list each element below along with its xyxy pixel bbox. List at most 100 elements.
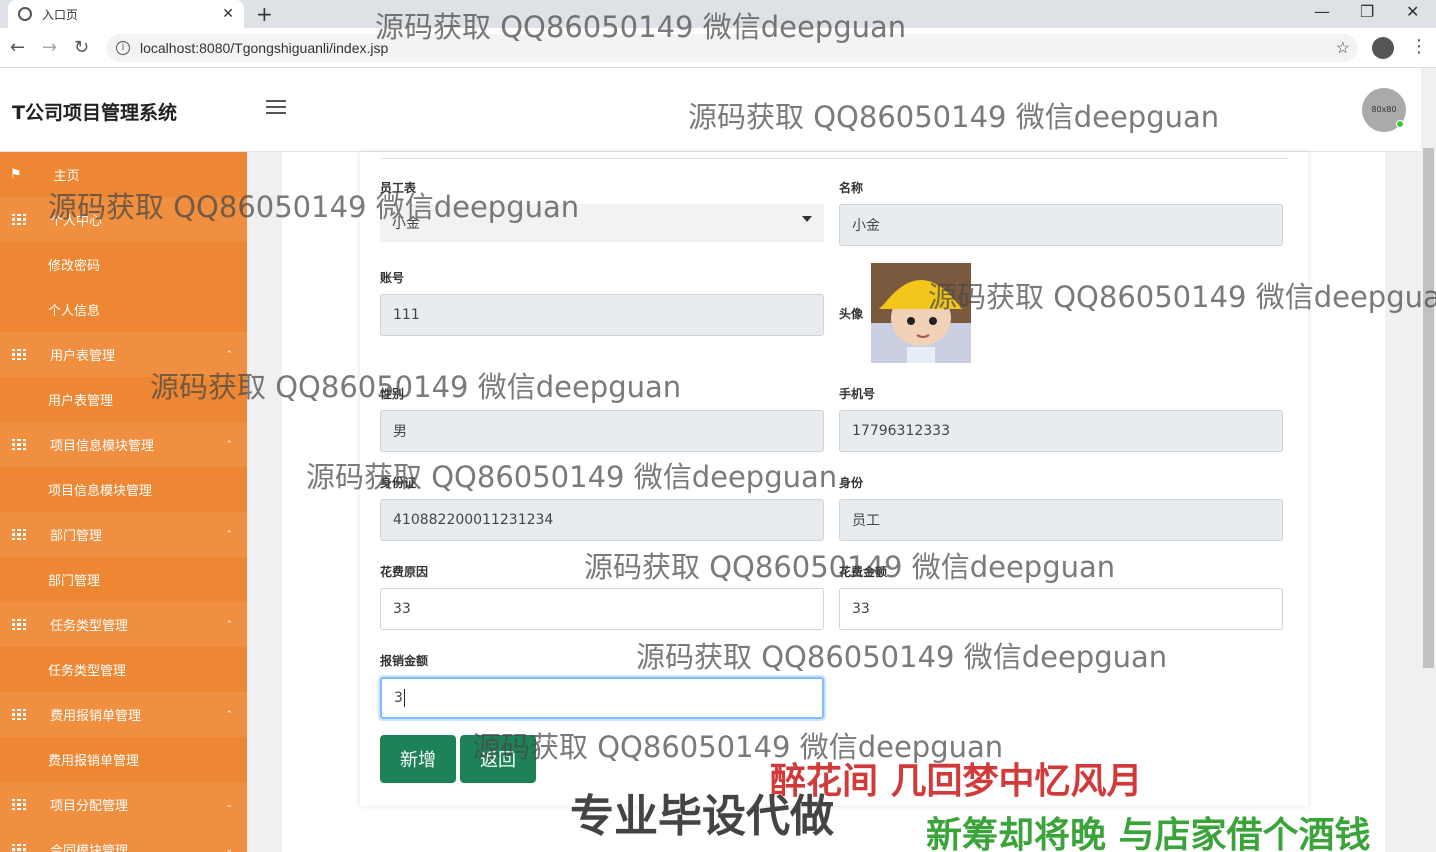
account-icon[interactable] (1372, 37, 1394, 59)
app-title: T公司项目管理系统 (12, 102, 177, 124)
watermark: 源码获取 QQ86050149 微信deepguan (48, 190, 580, 224)
sidebar-item[interactable]: 部门管理 ⌃ (0, 512, 247, 557)
reason-value: 33 (393, 601, 411, 617)
grid-icon (12, 529, 26, 540)
user-avatar[interactable]: 80x80 (1362, 88, 1406, 132)
browser-tab[interactable]: 入口页 ✕ (8, 0, 244, 28)
grid-icon (12, 214, 26, 225)
video-caption-green: 新筹却将晚 与店家借个酒钱 (926, 815, 1371, 852)
watermark: 源码获取 QQ86050149 微信deepguan (375, 10, 907, 44)
reason-label: 花费原因 (380, 565, 429, 579)
sidebar-item-label: 费用报销单管理 (48, 754, 140, 769)
sidebar-item[interactable]: 费用报销单管理 ⌃ (0, 692, 247, 737)
flag-icon: ⚑ (10, 167, 22, 182)
reload-icon[interactable]: ↻ (74, 37, 89, 58)
chevron-icon: ⌃ (225, 439, 233, 450)
globe-icon (18, 7, 32, 21)
reimburse-label: 报销金额 (380, 654, 429, 668)
dropdown-arrow-icon (802, 216, 812, 222)
account-field[interactable]: 111 (380, 294, 824, 336)
chevron-icon: ⌃ (225, 619, 233, 630)
info-icon[interactable]: i (116, 41, 130, 55)
sidebar-item-label: 部门管理 (50, 529, 103, 544)
sidebar-item[interactable]: 修改密码 (0, 242, 247, 287)
sidebar-item-label: 修改密码 (48, 259, 101, 274)
tab-title: 入口页 (42, 7, 79, 22)
grid-icon (12, 349, 26, 360)
name-value: 小金 (852, 218, 880, 234)
role-field[interactable]: 员工 (839, 499, 1283, 541)
cost-value: 33 (852, 601, 870, 617)
avatar-label: 头像 (839, 307, 864, 321)
name-label: 名称 (839, 181, 864, 195)
avatar-placeholder-text: 80x80 (1371, 105, 1397, 114)
page-scrollbar[interactable] (1421, 68, 1436, 852)
sidebar: ⚑ 主页 个人中心 ⌃ 修改密码 个人信息 用户表管理 ⌃ 用户表管理 项目信息模块管理 ⌃ 项目信息… (0, 152, 247, 852)
bookmark-star-icon[interactable]: ☆ (1336, 38, 1350, 58)
sidebar-item[interactable]: 个人信息 (0, 287, 247, 332)
sidebar-item-label: 任务类型管理 (50, 619, 129, 634)
role-label: 身份 (839, 476, 864, 490)
watermark: 源码获取 QQ86050149 微信deepguan (150, 370, 682, 404)
forward-arrow-icon[interactable]: → (42, 37, 57, 58)
sidebar-item-label: 用户表管理 (50, 349, 116, 364)
reimburse-field[interactable]: 3 (380, 677, 824, 719)
idcard-value: 410882200011231234 (393, 512, 554, 528)
video-caption-gray: 专业毕设代做 (570, 791, 834, 842)
sidebar-item[interactable]: 项目分配管理 ⌄ (0, 782, 247, 827)
reimburse-value: 3 (394, 690, 403, 706)
scrollbar-thumb[interactable] (1423, 148, 1434, 668)
role-value: 员工 (852, 513, 880, 529)
sidebar-item-label: 项目信息模块管理 (48, 484, 153, 499)
idcard-field[interactable]: 410882200011231234 (380, 499, 824, 541)
browser-menu-icon[interactable]: ⋮ (1410, 36, 1428, 57)
watermark: 源码获取 QQ86050149 微信deepguan (636, 640, 1168, 674)
chevron-icon: ⌃ (225, 349, 233, 360)
phone-label: 手机号 (839, 387, 876, 401)
new-tab-button[interactable]: + (256, 2, 273, 26)
gender-field[interactable]: 男 (380, 410, 824, 452)
sidebar-item-label: 任务类型管理 (48, 664, 127, 679)
online-status-dot (1396, 120, 1404, 128)
watermark: 源码获取 QQ86050149 微信deepguan (584, 550, 1116, 584)
add-button[interactable]: 新增 (380, 735, 456, 783)
chevron-icon: ⌄ (225, 799, 233, 810)
phone-field[interactable]: 17796312333 (839, 410, 1283, 452)
watermark: 源码获取 QQ86050149 微信deepguan (928, 280, 1436, 314)
sidebar-item[interactable]: 任务类型管理 (0, 647, 247, 692)
sidebar-item[interactable]: 项目信息模块管理 ⌃ (0, 422, 247, 467)
name-field[interactable]: 小金 (839, 204, 1283, 246)
sidebar-item-label: 主页 (53, 169, 80, 184)
reason-field[interactable]: 33 (380, 588, 824, 630)
gender-value: 男 (393, 424, 407, 440)
sidebar-item[interactable]: 部门管理 (0, 557, 247, 602)
divider (380, 158, 1288, 159)
phone-value: 17796312333 (852, 423, 950, 439)
account-value: 111 (393, 307, 420, 323)
grid-icon (12, 439, 26, 450)
chevron-icon: ⌃ (225, 529, 233, 540)
sidebar-item[interactable]: 任务类型管理 ⌃ (0, 602, 247, 647)
sidebar-item-label: 项目分配管理 (50, 799, 129, 814)
sidebar-item-label: 费用报销单管理 (50, 709, 142, 724)
account-label: 账号 (380, 271, 405, 285)
grid-icon (12, 619, 26, 630)
maximize-button[interactable]: ❐ (1360, 2, 1374, 21)
sidebar-item[interactable]: 费用报销单管理 (0, 737, 247, 782)
sidebar-item-label: 合同模块管理 (50, 844, 129, 852)
watermark: 源码获取 QQ86050149 微信deepguan (306, 460, 838, 494)
minimize-button[interactable]: — (1314, 2, 1330, 21)
grid-icon (12, 799, 26, 810)
chevron-icon: ⌃ (225, 709, 233, 720)
sidebar-item[interactable]: 合同模块管理 ⌄ (0, 827, 247, 852)
tab-close-icon[interactable]: ✕ (222, 6, 234, 22)
sidebar-item[interactable]: 项目信息模块管理 (0, 467, 247, 512)
sidebar-item-label: 个人信息 (48, 304, 101, 319)
back-arrow-icon[interactable]: ← (10, 37, 25, 58)
sidebar-item-label: 部门管理 (48, 574, 101, 589)
sidebar-item-label: 项目信息模块管理 (50, 439, 155, 454)
menu-toggle-icon[interactable] (266, 100, 286, 118)
cost-field[interactable]: 33 (839, 588, 1283, 630)
close-window-button[interactable]: ✕ (1406, 2, 1419, 21)
chevron-icon: ⌄ (225, 844, 233, 852)
